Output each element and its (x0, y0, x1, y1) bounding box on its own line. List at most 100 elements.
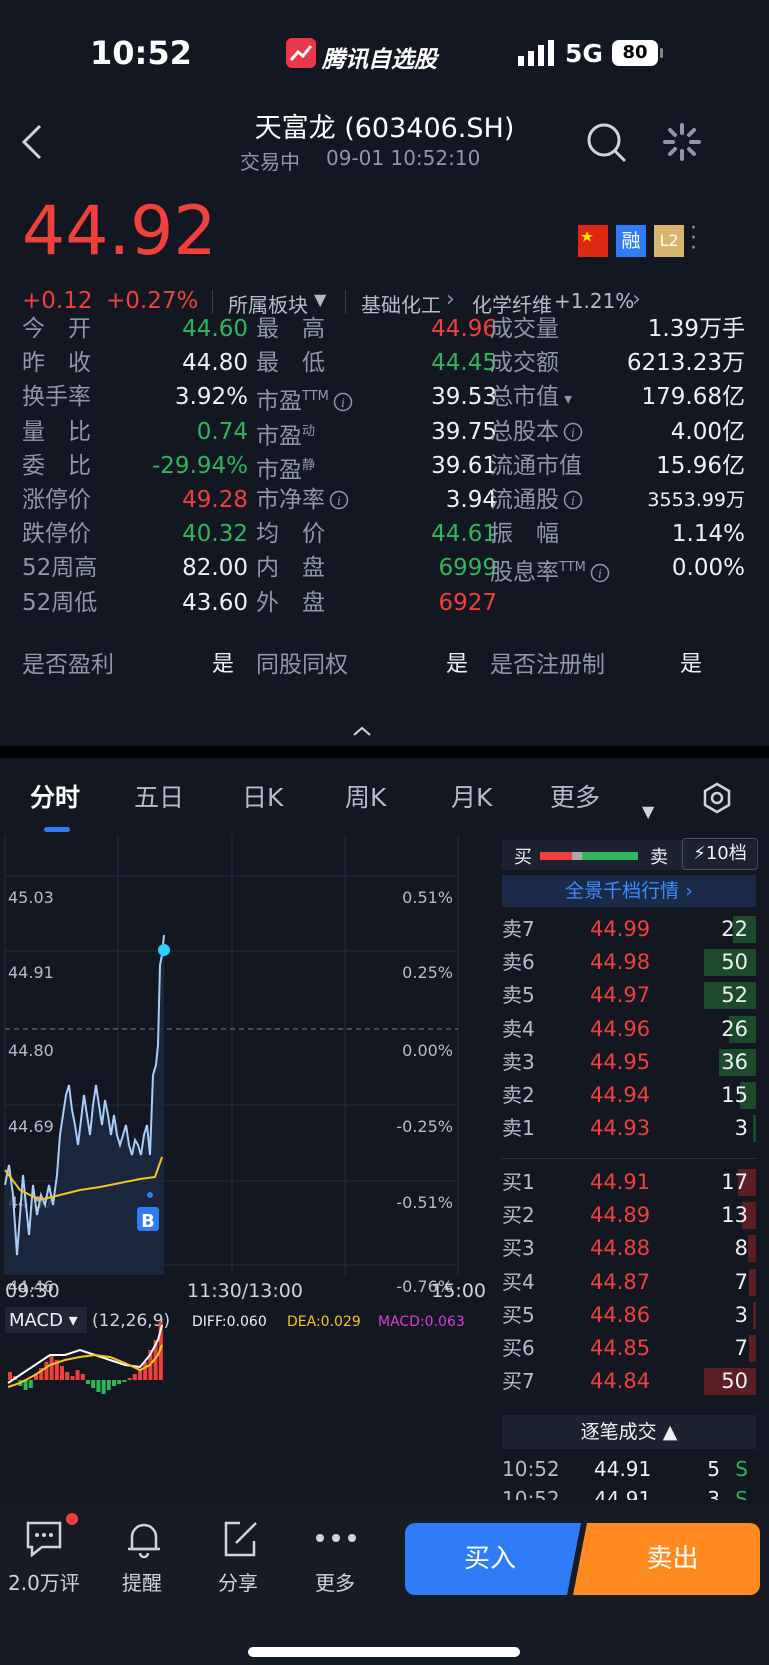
macd-bar (65, 1372, 70, 1380)
tick-trades-title: 逐笔成交 (580, 1421, 657, 1443)
y-right-tick: -0.51% (396, 1193, 453, 1212)
stat-label: 市盈动 (256, 415, 315, 449)
stat-label: 总股本 i (490, 415, 583, 449)
ask-row[interactable]: 卖1 44.93 3 (502, 1111, 756, 1145)
tab-3[interactable]: 周K (345, 778, 386, 814)
bid-row[interactable]: 买4 44.87 7 (502, 1265, 756, 1299)
sector-basic-chem[interactable]: 基础化工 (361, 289, 441, 318)
macd-bar (127, 1378, 132, 1380)
level-label: 卖3 (502, 1049, 535, 1074)
stat-value: 179.68亿 (641, 384, 745, 411)
sell-button[interactable]: 卖出 (585, 1523, 760, 1595)
stat-label-text: 股息率 (490, 560, 559, 587)
macd-params: (12,26,9) (92, 1311, 170, 1331)
tick-vol: 3 (707, 1487, 720, 1500)
bell-icon[interactable] (124, 1519, 164, 1563)
stat-value: 39.61 (431, 452, 497, 479)
dropdown-arrow-icon: ▼ (314, 290, 327, 309)
level-label: 买3 (502, 1236, 535, 1261)
y-right-tick: 0.76% (402, 835, 453, 837)
collapse-icon[interactable] (352, 722, 372, 741)
panorama-button[interactable]: 全景千档行情 › (502, 875, 756, 907)
level2-badge[interactable]: L2 (654, 225, 684, 257)
stat-label-text: 均 价 (256, 521, 325, 548)
bid-row[interactable]: 买6 44.85 7 (502, 1331, 756, 1365)
margin-badge[interactable]: 融 (616, 225, 646, 257)
tick-trades-header[interactable]: 逐笔成交 ▲ (502, 1415, 756, 1449)
stat-label: 均 价 (256, 517, 325, 551)
level-volume: 50 (721, 950, 748, 975)
more-dots-icon[interactable]: · · · (690, 218, 697, 260)
info-icon[interactable]: i (329, 389, 353, 415)
comment-icon[interactable] (24, 1519, 64, 1561)
bid-row[interactable]: 买2 44.89 13 (502, 1198, 756, 1232)
stat-label-sup: 动 (302, 423, 316, 439)
tab-2[interactable]: 日K (242, 778, 283, 814)
stat-label: 流通股 i (490, 483, 583, 517)
info-icon[interactable]: i (325, 487, 349, 513)
stat-label-text: 市盈 (256, 389, 302, 416)
remind-label[interactable]: 提醒 (122, 1567, 162, 1596)
level-price: 44.84 (590, 1369, 651, 1394)
level-volume: 17 (721, 1170, 748, 1194)
marker-dot (147, 1192, 153, 1198)
tab-0[interactable]: 分时 (30, 778, 80, 814)
level-price: 44.89 (590, 1203, 651, 1228)
divider (212, 290, 213, 314)
ask-row[interactable]: 卖6 44.98 50 (502, 945, 756, 979)
ask-row[interactable]: 卖4 44.96 26 (502, 1012, 756, 1046)
stat-value: 1.39万手 (647, 316, 745, 342)
comments-label[interactable]: 2.0万评 (8, 1567, 80, 1596)
bid-row[interactable]: 买7 44.84 50 (502, 1364, 756, 1398)
stat-value: 43.60 (182, 589, 248, 616)
info-icon[interactable]: i (559, 419, 583, 445)
buy-button[interactable]: 买入 (405, 1523, 575, 1595)
volume-bar (748, 1335, 756, 1362)
tick-time: 10:52 (502, 1457, 560, 1481)
stat-label: 外 盘 (256, 586, 325, 620)
stat-label-text: 52周高 (22, 555, 98, 582)
neutral-strength-bar (572, 852, 582, 860)
tab-5[interactable]: 更多 (550, 778, 600, 814)
bid-row[interactable]: 买1 44.91 17 (502, 1165, 756, 1199)
search-icon[interactable] (586, 122, 628, 168)
bid-row[interactable]: 买3 44.88 8 (502, 1231, 756, 1265)
more-label[interactable]: 更多 (315, 1567, 355, 1596)
tab-1[interactable]: 五日 (134, 778, 184, 814)
more-dots-icon[interactable] (314, 1529, 358, 1548)
ask-row[interactable]: 卖2 44.94 15 (502, 1078, 756, 1112)
stat-label: 总市值 ▾ (490, 380, 572, 414)
y-right-tick: 0.25% (402, 963, 453, 982)
stat-label-text: 内 盘 (256, 555, 325, 582)
home-indicator (248, 1647, 520, 1657)
stat-label: 振 幅 (490, 517, 559, 551)
level-price: 44.88 (590, 1236, 651, 1261)
ten-levels-button[interactable]: ⚡10档 (682, 838, 758, 870)
bid-row[interactable]: 买5 44.86 3 (502, 1298, 756, 1332)
tab-4[interactable]: 月K (451, 778, 492, 814)
share-icon[interactable] (220, 1519, 260, 1563)
refresh-spinner-icon[interactable] (662, 122, 702, 166)
settings-hexagon-icon[interactable] (702, 782, 732, 818)
volume-bar (752, 1115, 756, 1143)
ask-row[interactable]: 卖3 44.95 36 (502, 1045, 756, 1079)
svg-text:i: i (337, 494, 341, 508)
level-price: 44.93 (590, 1116, 651, 1141)
macd-selector[interactable]: MACD ▾ (9, 1310, 78, 1331)
dropdown-arrow-icon[interactable]: ▾ (559, 389, 572, 408)
stat-label: 流通市值 (490, 449, 582, 483)
stat-label: 成交额 (490, 346, 559, 380)
intraday-chart[interactable]: 45.140.76%45.030.51%44.910.25%44.800.00%… (0, 835, 490, 1505)
share-label[interactable]: 分享 (218, 1567, 258, 1596)
stat-label-text: 跌停价 (22, 521, 91, 548)
status-time: 10:52 (90, 34, 192, 72)
ask-row[interactable]: 卖7 44.99 22 (502, 912, 756, 946)
info-icon[interactable]: i (559, 487, 583, 513)
info-icon[interactable]: i (586, 560, 610, 586)
svg-text:i: i (571, 494, 575, 508)
level-volume: 52 (721, 983, 748, 1008)
trade-marker-b: B (141, 1211, 155, 1232)
levels-label: 10档 (705, 843, 747, 864)
level-volume: 7 (734, 1336, 748, 1360)
ask-row[interactable]: 卖5 44.97 52 (502, 978, 756, 1012)
